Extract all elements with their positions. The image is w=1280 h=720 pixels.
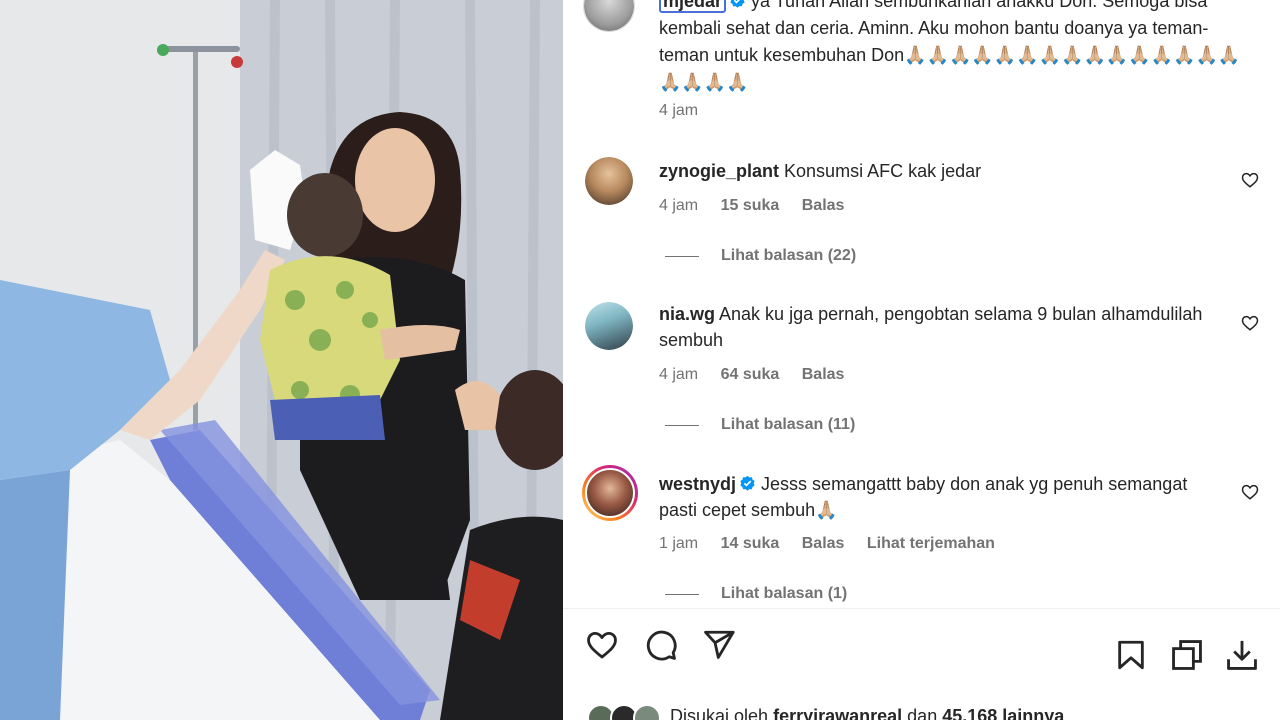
comment-item: nia.wg Anak ku jga pernah, pengobtan sel… [659, 301, 1219, 353]
share-icon[interactable] [702, 628, 736, 662]
comment-username[interactable]: nia.wg [659, 304, 715, 324]
translate-button[interactable]: Lihat terjemahan [867, 535, 995, 552]
comment-text: Anak ku jga pernah, pengobtan selama 9 b… [659, 304, 1203, 350]
comment-time: 1 jam [659, 535, 699, 552]
download-icon[interactable] [1225, 638, 1259, 672]
post-caption: mjedar ya Tuhan Allah sembuhkanlah anakk… [659, 0, 1249, 96]
likes-summary: Disukai oleh ferryirawanreal dan 45.168 … [670, 706, 1064, 720]
post-media[interactable] [0, 0, 563, 720]
author-username[interactable]: mjedar [659, 0, 727, 13]
comments-panel: mjedar ya Tuhan Allah sembuhkanlah anakk… [563, 0, 1280, 720]
comment-avatar-story-ring[interactable] [582, 465, 638, 521]
verified-badge-icon [740, 475, 755, 491]
comment-time: 4 jam [659, 366, 699, 383]
reply-button[interactable]: Balas [802, 366, 845, 383]
comment-meta: 1 jam 14 suka Balas Lihat terjemahan [659, 535, 1013, 553]
view-replies-button[interactable]: Lihat balasan (22) [665, 247, 856, 265]
comment-time: 4 jam [659, 197, 699, 214]
heart-icon[interactable] [585, 628, 619, 662]
action-bar-divider [563, 608, 1280, 609]
comment-meta: 4 jam 15 suka Balas [659, 197, 862, 215]
likes-count[interactable]: 45.168 lainnya [942, 706, 1064, 720]
replies-divider [665, 255, 699, 257]
caption-meta: 4 jam [659, 102, 716, 120]
comment-likes[interactable]: 64 suka [721, 366, 780, 383]
caption-time: 4 jam [659, 102, 699, 119]
bookmark-icon[interactable] [1114, 638, 1148, 672]
view-replies-label: Lihat balasan (11) [721, 416, 856, 433]
verified-badge-icon [730, 0, 745, 8]
comment-likes[interactable]: 14 suka [721, 535, 780, 552]
comment-item: zynogie_plant Konsumsi AFC kak jedar [659, 158, 1219, 184]
replies-divider [665, 424, 699, 426]
comment-username[interactable]: westnydj [659, 474, 736, 494]
comment-item: westnydj Jesss semangattt baby don anak … [659, 471, 1219, 523]
comment-icon[interactable] [644, 628, 678, 662]
comment-meta: 4 jam 64 suka Balas [659, 366, 862, 384]
comment-text: Konsumsi AFC kak jedar [784, 161, 982, 181]
view-replies-button[interactable]: Lihat balasan (1) [665, 585, 847, 603]
view-replies-button[interactable]: Lihat balasan (11) [665, 416, 855, 434]
likes-user[interactable]: ferryirawanreal [773, 706, 902, 720]
comment-likes[interactable]: 15 suka [721, 197, 780, 214]
comment-like-heart-icon[interactable] [1241, 483, 1259, 501]
comment-like-heart-icon[interactable] [1241, 314, 1259, 332]
view-replies-label: Lihat balasan (22) [721, 247, 857, 264]
comment-like-heart-icon[interactable] [1241, 171, 1259, 189]
reply-button[interactable]: Balas [802, 535, 845, 552]
author-avatar[interactable] [583, 0, 635, 32]
comment-avatar[interactable] [585, 302, 633, 350]
comment-avatar[interactable] [585, 157, 633, 205]
post-photo [0, 0, 563, 720]
liker-avatar[interactable] [633, 704, 661, 720]
comment-username[interactable]: zynogie_plant [659, 161, 779, 181]
view-replies-label: Lihat balasan (1) [721, 585, 848, 602]
copy-icon[interactable] [1170, 638, 1204, 672]
reply-button[interactable]: Balas [802, 197, 845, 214]
replies-divider [665, 593, 699, 595]
likes-middle: dan [907, 706, 938, 720]
caption-text: ya Tuhan Allah sembuhkanlah anakku Don. … [659, 0, 1241, 92]
likes-prefix: Disukai oleh [670, 706, 769, 720]
